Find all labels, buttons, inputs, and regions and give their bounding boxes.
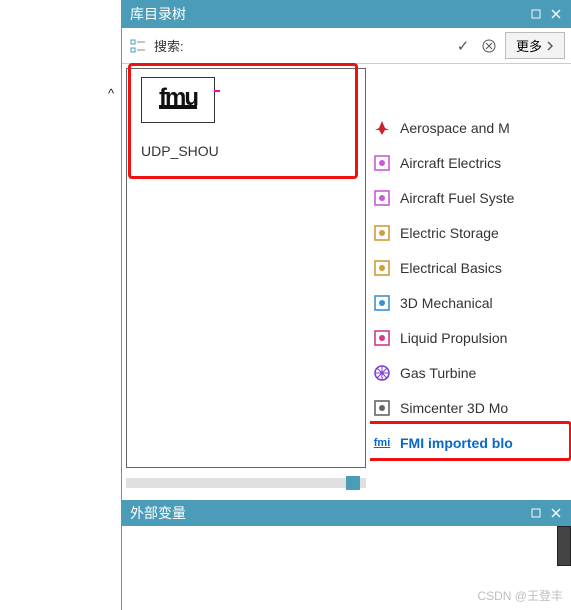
- close-icon[interactable]: [549, 506, 563, 520]
- liquid-propulsion-icon: [372, 328, 392, 348]
- library-item-label: 3D Mechanical: [400, 295, 493, 311]
- search-label: 搜索:: [154, 36, 184, 55]
- library-item-label: FMI imported blo: [400, 435, 513, 451]
- block-canvas[interactable]: fmu UDP_SHOU: [126, 68, 366, 468]
- panel-header-external: 外部变量: [122, 500, 571, 526]
- library-item-label: Electric Storage: [400, 225, 499, 241]
- library-item-label: Aircraft Fuel Syste: [400, 190, 514, 206]
- library-item-label: Aircraft Electrics: [400, 155, 501, 171]
- search-input[interactable]: [190, 38, 447, 53]
- close-icon[interactable]: [549, 7, 563, 21]
- aerospace-icon: [372, 118, 392, 138]
- fmu-block[interactable]: fmu UDP_SHOU: [141, 77, 225, 159]
- library-item-simcenter-3d[interactable]: Simcenter 3D Mo: [370, 390, 571, 425]
- side-tab-handle[interactable]: [557, 526, 571, 566]
- panel2-title: 外部变量: [130, 503, 523, 523]
- library-item-label: Electrical Basics: [400, 260, 502, 276]
- library-tree-panel: 库目录树 搜索: ✓ 更多: [121, 0, 571, 610]
- canvas-wrap: fmu UDP_SHOU: [122, 64, 370, 482]
- library-item-label: Liquid Propulsion: [400, 330, 507, 346]
- collapse-caret[interactable]: ^: [108, 86, 114, 101]
- library-item-gas-turbine[interactable]: Gas Turbine: [370, 355, 571, 390]
- aircraft-electrics-icon: [372, 153, 392, 173]
- panel-title: 库目录树: [130, 4, 523, 24]
- more-button[interactable]: 更多: [505, 32, 565, 59]
- 3d-mechanical-icon: [372, 293, 392, 313]
- library-item-aircraft-electrics[interactable]: Aircraft Electrics: [370, 145, 571, 180]
- library-item-label: Aerospace and M: [400, 120, 510, 136]
- fmi-imported-icon: fmi: [372, 433, 392, 453]
- clear-search-icon[interactable]: [479, 39, 499, 53]
- library-item-electrical-basics[interactable]: Electrical Basics: [370, 250, 571, 285]
- gas-turbine-icon: [372, 363, 392, 383]
- library-item-label: Gas Turbine: [400, 365, 476, 381]
- library-item-aerospace[interactable]: Aerospace and M: [370, 110, 571, 145]
- confirm-search-icon[interactable]: ✓: [453, 37, 473, 55]
- pin-icon[interactable]: [529, 506, 543, 520]
- watermark: CSDN @王登丰: [477, 587, 563, 604]
- fmu-logo-text: fmu: [159, 91, 197, 109]
- fmu-block-label: UDP_SHOU: [141, 143, 225, 159]
- library-item-label: Simcenter 3D Mo: [400, 400, 508, 416]
- electrical-basics-icon: [372, 258, 392, 278]
- library-item-3d-mechanical[interactable]: 3D Mechanical: [370, 285, 571, 320]
- library-item-liquid-propulsion[interactable]: Liquid Propulsion: [370, 320, 571, 355]
- external-variables-panel: 外部变量: [122, 500, 571, 526]
- library-item-fmi-imported[interactable]: fmi FMI imported blo: [370, 425, 571, 460]
- library-item-aircraft-fuel[interactable]: Aircraft Fuel Syste: [370, 180, 571, 215]
- aircraft-fuel-icon: [372, 188, 392, 208]
- panel-body: fmu UDP_SHOU Aerospace and M Aircraft Ele…: [122, 64, 571, 482]
- library-list: Aerospace and M Aircraft Electrics Aircraf…: [370, 64, 571, 482]
- electric-storage-icon: [372, 223, 392, 243]
- search-bar: 搜索: ✓ 更多: [122, 28, 571, 64]
- fmu-block-icon: fmu: [141, 77, 215, 123]
- tree-view-icon[interactable]: [128, 38, 148, 54]
- chevron-right-icon: [546, 41, 554, 51]
- simcenter-3d-icon: [372, 398, 392, 418]
- panel-header-library: 库目录树: [122, 0, 571, 28]
- horizontal-scrollbar[interactable]: [126, 478, 366, 488]
- more-button-label: 更多: [516, 36, 542, 55]
- pin-icon[interactable]: [529, 7, 543, 21]
- library-item-electric-storage[interactable]: Electric Storage: [370, 215, 571, 250]
